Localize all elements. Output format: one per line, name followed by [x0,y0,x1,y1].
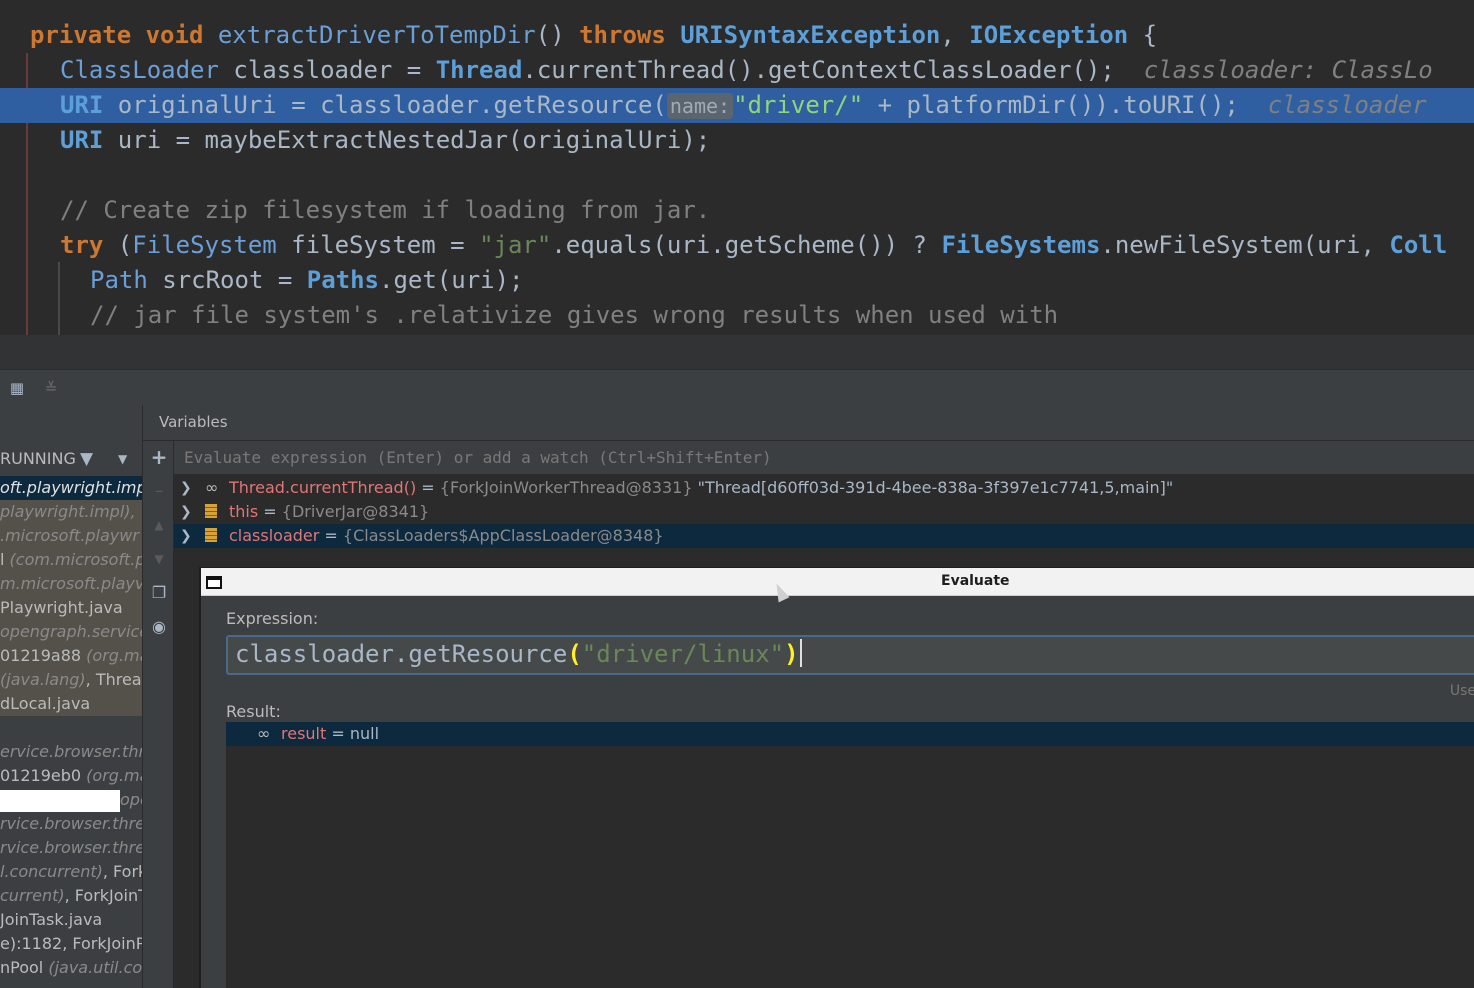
variable-row[interactable]: ❯ this = {DriverJar@8341} [174,500,1474,524]
watch-glasses-icon: ∞ [205,478,219,497]
variables-toolbar: + – ▲ ▼ ❐ ◉ [143,405,174,988]
code-line-9[interactable]: // jar file system's .relativize gives w… [0,298,1474,333]
watch-glasses-icon: ∞ [257,724,271,743]
stack-frame[interactable]: current), ForkJoinT [0,884,142,908]
stack-frame[interactable]: playwright.impl), [0,500,142,524]
move-up-icon[interactable]: ▲ [149,515,169,535]
frames-panel: RUNNING ▼ ▼ oft.playwright.imp playwright… [0,405,143,988]
stack-frame[interactable]: dLocal.java [0,692,142,716]
code-line-3-current[interactable]: URI originalUri = classloader.getResourc… [0,88,1474,123]
stack-frame[interactable]: ope [0,788,142,812]
result-row[interactable]: ∞ result = null [226,722,1474,746]
parameter-hint: name: [666,93,734,119]
stack-frame[interactable]: ervice.browser.thr [0,740,142,764]
evaluate-watch-input[interactable]: Evaluate expression (Enter) or add a wat… [174,441,1474,475]
variables-header: Variables [143,405,1474,441]
field-icon [205,524,217,548]
move-down-icon[interactable]: ▼ [149,549,169,569]
filter-icon[interactable]: ▼ [80,445,93,473]
debug-toolbar: ▦ ≚ [0,369,1474,405]
code-editor[interactable]: private void extractDriverToTempDir() th… [0,0,1474,335]
evaluate-dialog: Evaluate Expression: classloader.getReso… [199,567,1474,988]
inline-debug-value: classloader [1267,91,1427,119]
stack-frame[interactable]: m.microsoft.playv [0,572,142,596]
field-icon [205,500,217,524]
watch-eye-icon[interactable]: ◉ [149,617,169,637]
stack-frame[interactable]: e):1182, ForkJoinPo [0,932,142,956]
code-line-2[interactable]: ClassLoader classloader = Thread.current… [0,53,1474,88]
table-icon[interactable]: ▦ [8,379,26,397]
text-caret [799,639,802,667]
chevron-right-icon[interactable]: ❯ [180,476,192,500]
code-line-1[interactable]: private void extractDriverToTempDir() th… [0,18,1474,53]
remove-watch-icon[interactable]: – [149,481,169,501]
stack-frame[interactable]: oft.playwright.imp [0,476,142,500]
variable-row-selected[interactable]: ❯ classloader = {ClassLoaders$AppClassLo… [174,524,1474,548]
chevron-right-icon[interactable]: ❯ [180,500,192,524]
redacted-block [0,789,120,812]
stack-frame[interactable]: Playwright.java [0,596,142,620]
stack-frame[interactable]: rvice.browser.thre [0,836,142,860]
stack-frame[interactable]: 01219a88 (org.ma [0,644,142,668]
use-hint[interactable]: Use [1450,683,1474,699]
dialog-titlebar[interactable]: Evaluate [201,568,1474,596]
stack-frame[interactable]: l (com.microsoft.p [0,548,142,572]
code-line-7[interactable]: try (FileSystem fileSystem = "jar".equal… [0,228,1474,263]
inline-debug-value: classloader: ClassLo [1143,56,1433,84]
stack-frame[interactable]: JoinTask.java [0,908,142,932]
stack-frame[interactable]: .microsoft.playwr [0,524,142,548]
code-line-8[interactable]: Path srcRoot = Paths.get(uri); [0,263,1474,298]
result-label: Result: [226,702,281,721]
chevron-right-icon[interactable]: ❯ [180,524,192,548]
variable-row[interactable]: ❯ ∞ Thread.currentThread() = {ForkJoinWo… [174,476,1474,500]
window-icon[interactable] [206,576,222,589]
code-line-4[interactable]: URI uri = maybeExtractNestedJar(original… [0,123,1474,158]
expression-input[interactable]: classloader.getResource("driver/linux") [226,635,1474,675]
chevron-down-icon[interactable]: ▼ [118,445,127,473]
expression-label: Expression: [226,609,319,628]
result-tree: ∞ result = null [226,722,1474,988]
stack-frame[interactable]: (java.lang), Threa [0,668,142,692]
panel-splitter[interactable] [0,335,1474,369]
stack-frame[interactable]: opengraph.service [0,620,142,644]
thread-selector[interactable]: RUNNING ▼ ▼ [0,445,142,473]
step-list-icon[interactable]: ≚ [42,379,60,397]
stack-frame[interactable]: l.concurrent), Fork [0,860,142,884]
stack-frame[interactable]: rvice.browser.thre [0,812,142,836]
code-line-6[interactable]: // Create zip filesystem if loading from… [0,193,1474,228]
copy-icon[interactable]: ❐ [149,583,169,603]
stack-frame[interactable]: nPool (java.util.co [0,956,142,980]
add-watch-icon[interactable]: + [149,447,169,467]
stack-frame[interactable]: 01219eb0 (org.ma [0,764,142,788]
